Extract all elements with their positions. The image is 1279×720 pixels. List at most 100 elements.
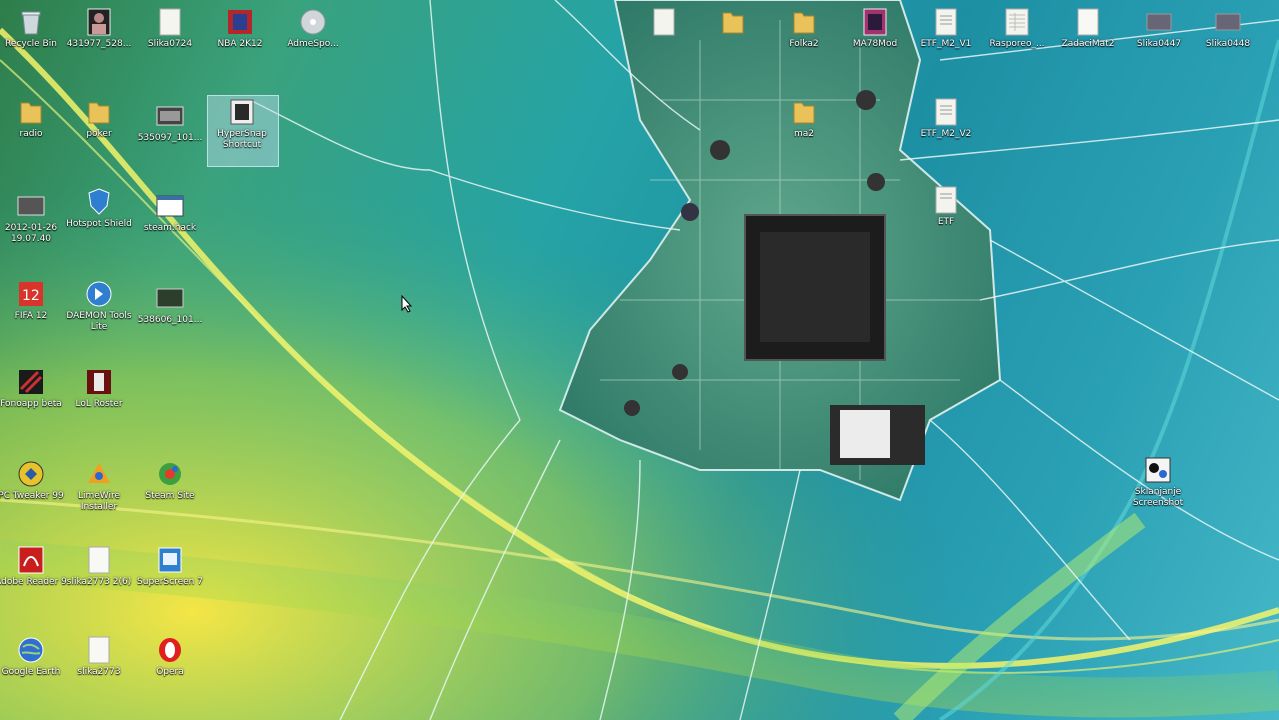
desktop-icon-fonoapp[interactable]: Fonoapp beta	[0, 368, 68, 410]
desktop-icon-radio[interactable]: radio	[0, 98, 68, 140]
desktop-icon-etf[interactable]: ETF	[909, 186, 983, 228]
app-icon	[85, 460, 113, 488]
icon-label: Sklanjanje Screenshot	[1132, 487, 1184, 508]
icon-label: slika2773 2(6)	[66, 577, 132, 587]
cd-icon	[299, 8, 327, 36]
desktop[interactable]: Recycle Bin 431977_528... Slika0724 NBA …	[0, 0, 1279, 720]
folder-icon	[85, 98, 113, 126]
icon-label: DAEMON Tools Lite	[66, 311, 132, 332]
desktop-icon-fifa-12[interactable]: 12 FIFA 12	[0, 280, 68, 322]
desktop-icon-538606[interactable]: 538606_101...	[133, 284, 207, 326]
icon-label: Slika0447	[1136, 39, 1182, 49]
icon-label: ma2	[793, 129, 814, 139]
game-icon: 12	[17, 280, 45, 308]
app-icon	[156, 460, 184, 488]
icon-label: Folka2	[789, 39, 819, 49]
folder-icon	[17, 98, 45, 126]
icon-label: LimeWire Installer	[77, 491, 121, 512]
icon-label: Google Earth	[1, 667, 61, 677]
desktop-icon-etf-m2-v2[interactable]: ETF_M2_V2	[909, 98, 983, 140]
desktop-icon-folka2[interactable]: Folka2	[767, 8, 841, 50]
desktop-icon-ma2[interactable]: ma2	[767, 98, 841, 140]
desktop-icon-2012-01-26[interactable]: 2012-01-26 19.07.40	[0, 192, 68, 245]
desktop-icon-slika2773[interactable]: slika2773	[62, 636, 136, 678]
icon-label: 535097_101...	[137, 133, 203, 143]
desktop-icon-adobe-reader[interactable]: Adobe Reader 9	[0, 546, 68, 588]
shield-icon	[85, 188, 113, 216]
document-icon	[1074, 8, 1102, 36]
icon-label: HyperSnap Shortcut	[217, 129, 267, 150]
desktop-icon-535097[interactable]: 535097_101...	[133, 102, 207, 144]
image-icon	[85, 8, 113, 36]
desktop-icon-slika2773-2[interactable]: slika2773 2(6)	[62, 546, 136, 588]
icon-label: 2012-01-26 19.07.40	[4, 223, 58, 244]
desktop-icon-daemon-tools[interactable]: DAEMON Tools Lite	[62, 280, 136, 333]
document-icon	[932, 186, 960, 214]
icon-label: radio	[19, 129, 43, 139]
globe-icon	[17, 636, 45, 664]
icon-label: steam.hack	[143, 223, 197, 233]
image-icon	[1145, 8, 1173, 36]
desktop-icon-superscreen[interactable]: SuperScreen 7	[133, 546, 207, 588]
app-icon	[228, 98, 256, 126]
icon-label: ETF_M2_V2	[920, 129, 972, 139]
desktop-icon-hotspot-shield[interactable]: Hotspot Shield	[62, 188, 136, 230]
desktop-icon-opera[interactable]: Opera	[133, 636, 207, 678]
spreadsheet-icon	[1003, 8, 1031, 36]
pdf-icon	[17, 546, 45, 574]
desktop-icon-slika0447[interactable]: Slika0447	[1122, 8, 1196, 50]
folder-icon	[790, 8, 818, 36]
opera-icon	[156, 636, 184, 664]
folder-icon	[650, 8, 678, 36]
desktop-icon-ma78mod[interactable]: MA78Mod	[838, 8, 912, 50]
desktop-icon-hypersnap[interactable]: HyperSnap Shortcut	[205, 98, 279, 151]
window-icon	[156, 192, 184, 220]
icon-label: Opera	[156, 667, 184, 677]
desktop-icon-folder-b[interactable]	[696, 8, 770, 36]
desktop-icon-slika0448[interactable]: Slika0448	[1191, 8, 1265, 50]
icon-label: poker	[86, 129, 112, 139]
icon-label: MA78Mod	[852, 39, 898, 49]
desktop-icon-slika0724[interactable]: Slika0724	[133, 8, 207, 50]
document-icon	[85, 636, 113, 664]
game-icon	[17, 368, 45, 396]
desktop-icon-poker[interactable]: poker	[62, 98, 136, 140]
daemon-tools-icon	[85, 280, 113, 308]
icon-label: Steam Site	[145, 491, 195, 501]
document-icon	[156, 8, 184, 36]
desktop-icon-folder-a[interactable]	[627, 8, 701, 36]
desktop-icon-steam-hack[interactable]: steam.hack	[133, 192, 207, 234]
desktop-icon-limewire[interactable]: LimeWire Installer	[62, 460, 136, 513]
image-icon	[156, 284, 184, 312]
icon-label: ZadaciMat2	[1061, 39, 1115, 49]
desktop-icon-lol-roster[interactable]: LoL Roster	[62, 368, 136, 410]
image-icon	[156, 102, 184, 130]
game-icon	[226, 8, 254, 36]
desktop-icon-etf-m2-v1[interactable]: ETF_M2_V1	[909, 8, 983, 50]
desktop-icon-steam-site[interactable]: Steam Site	[133, 460, 207, 502]
desktop-icon-rasporeo[interactable]: Rasporeo_...	[980, 8, 1054, 50]
icon-label: Slika0448	[1205, 39, 1251, 49]
icon-label: Slika0724	[147, 39, 193, 49]
mouse-cursor-icon	[401, 295, 413, 313]
icon-label: slika2773	[77, 667, 121, 677]
recycle-bin-icon	[17, 8, 45, 36]
game-icon	[85, 368, 113, 396]
desktop-icon-admespo[interactable]: AdmeSpo...	[276, 8, 350, 50]
desktop-icon-zadacimat2[interactable]: ZadaciMat2	[1051, 8, 1125, 50]
desktop-icon-recycle-bin[interactable]: Recycle Bin	[0, 8, 68, 50]
icon-label: Rasporeo_...	[989, 39, 1045, 49]
desktop-icon-431977[interactable]: 431977_528...	[62, 8, 136, 50]
document-icon	[932, 98, 960, 126]
desktop-icon-pc-tweaker[interactable]: PC Tweaker 99	[0, 460, 68, 502]
app-icon	[1144, 456, 1172, 484]
icon-label: SuperScreen 7	[137, 577, 203, 587]
image-icon	[1214, 8, 1242, 36]
icon-label: ETF	[937, 217, 955, 227]
app-icon	[17, 460, 45, 488]
desktop-icon-nba-2k12[interactable]: NBA 2K12	[203, 8, 277, 50]
desktop-icon-google-earth[interactable]: Google Earth	[0, 636, 68, 678]
folder-icon	[790, 98, 818, 126]
icon-label: 431977_528...	[66, 39, 132, 49]
desktop-icon-sklanjanje[interactable]: Sklanjanje Screenshot	[1121, 456, 1195, 509]
